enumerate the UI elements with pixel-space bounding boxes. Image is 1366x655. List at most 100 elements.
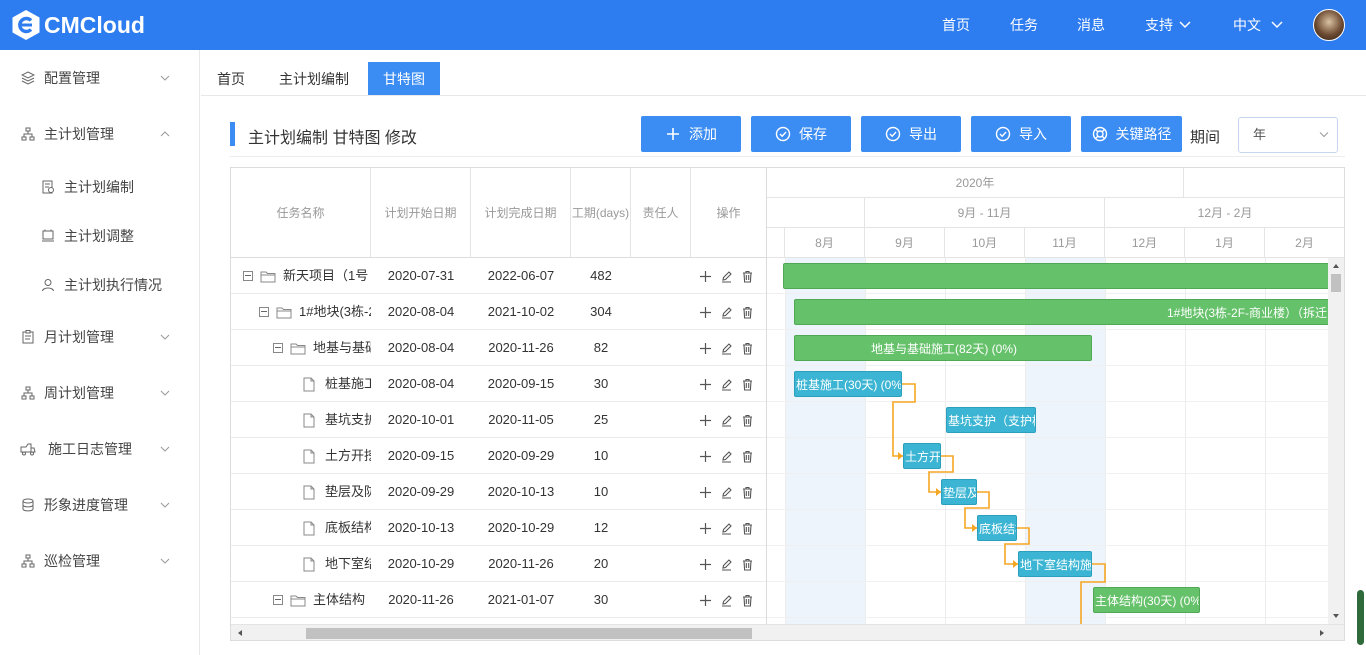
duration: 25 [593,412,609,427]
edit-icon[interactable] [720,522,733,535]
sidebar-item-progress-image[interactable]: 形象进度管理 [0,485,200,525]
gantt-bar[interactable]: 1#地块(3栋-2F-商业楼）（拆迁 [794,299,1344,325]
edit-icon[interactable] [720,306,733,319]
critical-path-button[interactable]: 关键路径 [1081,116,1182,152]
page-scrollbar[interactable] [1357,590,1364,645]
period-select[interactable]: 年 [1238,117,1338,153]
trash-icon[interactable] [741,306,754,319]
plus-icon[interactable] [699,522,712,535]
collapse-toggle-icon[interactable] [273,343,283,353]
scale-month: 10月 [945,228,1025,258]
sidebar-item-master-plan[interactable]: 主计划管理 [0,114,200,154]
nav-tasks[interactable]: 任务 [1010,0,1038,50]
nav-support[interactable]: 支持 [1145,0,1191,50]
trash-icon[interactable] [741,414,754,427]
user-avatar[interactable] [1313,9,1345,41]
plus-icon[interactable] [699,450,712,463]
horizontal-scrollbar[interactable] [231,624,1344,640]
table-row[interactable]: 主体结构 2020-11-26 2021-01-07 30 [231,582,766,618]
collapse-toggle-icon[interactable] [243,271,253,281]
start-date: 2020-08-04 [387,376,455,391]
plus-icon[interactable] [699,414,712,427]
table-row[interactable]: 基坑支护 2020-10-01 2020-11-05 25 [231,402,766,438]
table-row[interactable]: 底板结构 2020-10-13 2020-10-29 12 [231,510,766,546]
tab-home[interactable]: 首页 [201,62,261,96]
gantt-bar[interactable]: 基坑支护（支护桩 [946,407,1036,433]
sidebar-item-construction-log[interactable]: 施工日志管理 [0,429,200,469]
gantt-bar[interactable]: 地下室结构施工 [1018,551,1092,577]
gantt-bar[interactable]: 主体结构(30天) (0%) [1093,587,1200,613]
trash-icon[interactable] [741,342,754,355]
edit-icon[interactable] [720,378,733,391]
edit-icon[interactable] [720,486,733,499]
import-button[interactable]: 导入 [971,116,1071,152]
gantt-bar-label: 桩基施工(30天) (0%) [796,378,902,392]
edit-icon[interactable] [720,450,733,463]
sidebar-item-weekly-plan[interactable]: 周计划管理 [0,373,200,413]
plus-icon[interactable] [699,342,712,355]
start-date: 2020-09-29 [387,484,455,499]
col-header-end-date[interactable]: 计划完成日期 [471,168,571,258]
col-header-task-name[interactable]: 任务名称 [231,168,371,258]
horizontal-scroll-thumb[interactable] [306,628,752,639]
sidebar-item-plan-adjust[interactable]: 主计划调整 [0,216,200,256]
nav-messages[interactable]: 消息 [1077,0,1105,50]
table-row[interactable]: 1#地块(3栋-2 2020-08-04 2021-10-02 304 [231,294,766,330]
plus-icon[interactable] [699,594,712,607]
table-row[interactable]: 土方开挖 2020-09-15 2020-09-29 10 [231,438,766,474]
trash-icon[interactable] [741,522,754,535]
edit-icon[interactable] [720,270,733,283]
plus-icon[interactable] [699,270,712,283]
edit-icon[interactable] [720,342,733,355]
sidebar-item-inspection[interactable]: 巡检管理 [0,541,200,581]
trash-icon[interactable] [741,486,754,499]
duration: 482 [590,268,612,283]
gantt-bar[interactable]: 土方开挖 [903,443,941,469]
gantt-bar[interactable]: 垫层及防 [941,479,977,505]
org-chart-icon [20,126,36,142]
edit-icon[interactable] [720,558,733,571]
sidebar-item-plan-edit[interactable]: 主计划编制 [0,167,200,207]
col-header-owner[interactable]: 责任人 [631,168,691,258]
sidebar-item-plan-execution[interactable]: 主计划执行情况 [0,265,200,305]
import-button-label: 导入 [1019,126,1047,142]
plus-icon[interactable] [699,306,712,319]
col-header-start-date[interactable]: 计划开始日期 [371,168,471,258]
edit-icon[interactable] [720,414,733,427]
save-button[interactable]: 保存 [751,116,851,152]
collapse-toggle-icon[interactable] [273,595,283,605]
table-row[interactable]: 新天项目（1号 2020-07-31 2022-06-07 482 [231,258,766,294]
col-header-duration[interactable]: 工期(days) [571,168,631,258]
trash-icon[interactable] [741,450,754,463]
collapse-toggle-icon[interactable] [259,307,269,317]
add-button[interactable]: 添加 [641,116,741,152]
trash-icon[interactable] [741,270,754,283]
gantt-bar[interactable] [783,263,1343,289]
vertical-scroll-thumb[interactable] [1331,274,1341,292]
sidebar-item-monthly-plan[interactable]: 月计划管理 [0,317,200,357]
vertical-scrollbar[interactable] [1328,258,1344,624]
brand-logo[interactable]: CMCloud [10,9,145,41]
gantt-bar[interactable]: 桩基施工(30天) (0%) [794,371,902,397]
nav-language[interactable]: 中文 [1233,0,1283,50]
table-row[interactable]: 桩基施工 2020-08-04 2020-09-15 30 [231,366,766,402]
trash-icon[interactable] [741,378,754,391]
sidebar-item-config[interactable]: 配置管理 [0,58,200,98]
plus-icon[interactable] [699,558,712,571]
trash-icon[interactable] [741,558,754,571]
gantt-bar[interactable]: 底板结构 [977,515,1017,541]
table-row[interactable]: 地下室结 2020-10-29 2020-11-26 20 [231,546,766,582]
nav-home[interactable]: 首页 [942,0,970,50]
edit-icon[interactable] [720,594,733,607]
table-row[interactable]: 地基与基础 2020-08-04 2020-11-26 82 [231,330,766,366]
gantt-bar-label: 地下室结构施工 [1020,558,1092,572]
trash-icon[interactable] [741,594,754,607]
sidebar: 配置管理 主计划管理 主计划编制 主计划调整 主计划执行情况 月计划管理 周计划… [0,50,200,655]
tab-gantt[interactable]: 甘特图 [368,62,440,96]
plus-icon[interactable] [699,486,712,499]
gantt-bar[interactable]: 地基与基础施工(82天) (0%) [794,335,1092,361]
table-row[interactable]: 垫层及防 2020-09-29 2020-10-13 10 [231,474,766,510]
export-button[interactable]: 导出 [861,116,961,152]
tab-plan-edit[interactable]: 主计划编制 [267,62,361,96]
plus-icon[interactable] [699,378,712,391]
